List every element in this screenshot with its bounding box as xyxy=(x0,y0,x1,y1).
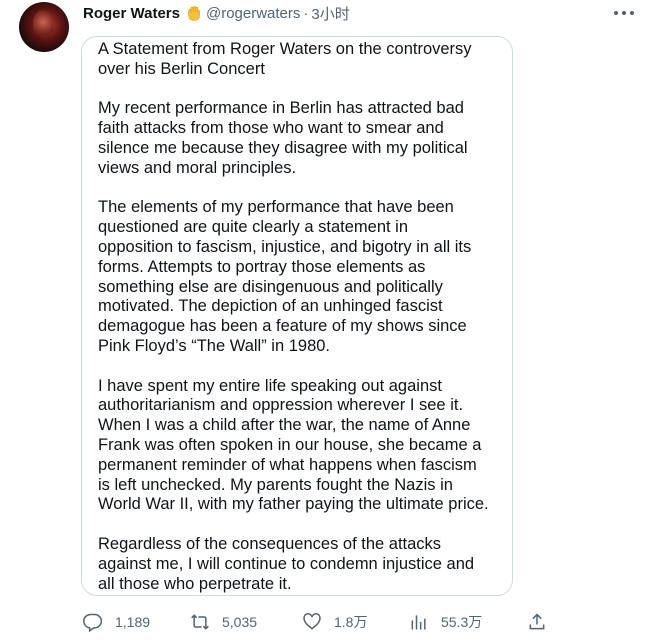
separator-dot: · xyxy=(303,4,309,22)
reply-count: 1,189 xyxy=(115,614,151,630)
reply-icon xyxy=(83,613,103,632)
tweet-image-statement[interactable]: A Statement from Roger Waters on the con… xyxy=(81,36,513,596)
author-handle[interactable]: @rogerwaters xyxy=(206,5,300,22)
raised-fist-emoji-icon xyxy=(188,5,200,21)
statement-paragraph: The elements of my performance that have… xyxy=(98,198,472,355)
avatar-image xyxy=(33,10,53,40)
statement-paragraph: I have spent my entire life speaking out… xyxy=(98,376,489,514)
reply-button[interactable]: 1,189 xyxy=(83,610,150,634)
tweet-timestamp[interactable]: 3小时 xyxy=(311,3,349,24)
more-dot xyxy=(622,11,626,15)
views-button[interactable]: 55.3万 xyxy=(409,610,482,634)
retweet-count: 5,035 xyxy=(222,614,258,630)
statement-paragraph: Regardless of the consequences of the at… xyxy=(98,534,475,593)
author-name[interactable]: Roger Waters xyxy=(83,5,180,22)
retweet-button[interactable]: 5,035 xyxy=(190,610,257,634)
heart-icon xyxy=(303,613,321,630)
views-bar-chart-icon xyxy=(411,615,426,630)
avatar[interactable] xyxy=(19,2,69,52)
like-count: 1.8万 xyxy=(334,614,368,630)
more-dot xyxy=(614,11,618,15)
retweet-icon xyxy=(191,614,209,630)
tweet-header: Roger Waters @rogerwaters · 3小时 xyxy=(83,3,350,23)
tweet-action-bar: 1,189 5,035 1.8万 55.3万 xyxy=(83,610,553,634)
like-button[interactable]: 1.8万 xyxy=(302,610,367,634)
more-dots-icon[interactable] xyxy=(614,6,634,20)
more-dot xyxy=(630,11,634,15)
statement-paragraph: My recent performance in Berlin has attr… xyxy=(98,99,468,177)
statement-title: A Statement from Roger Waters on the con… xyxy=(98,40,472,78)
share-icon xyxy=(529,613,545,630)
share-button[interactable] xyxy=(527,610,547,634)
views-count: 55.3万 xyxy=(441,614,483,630)
